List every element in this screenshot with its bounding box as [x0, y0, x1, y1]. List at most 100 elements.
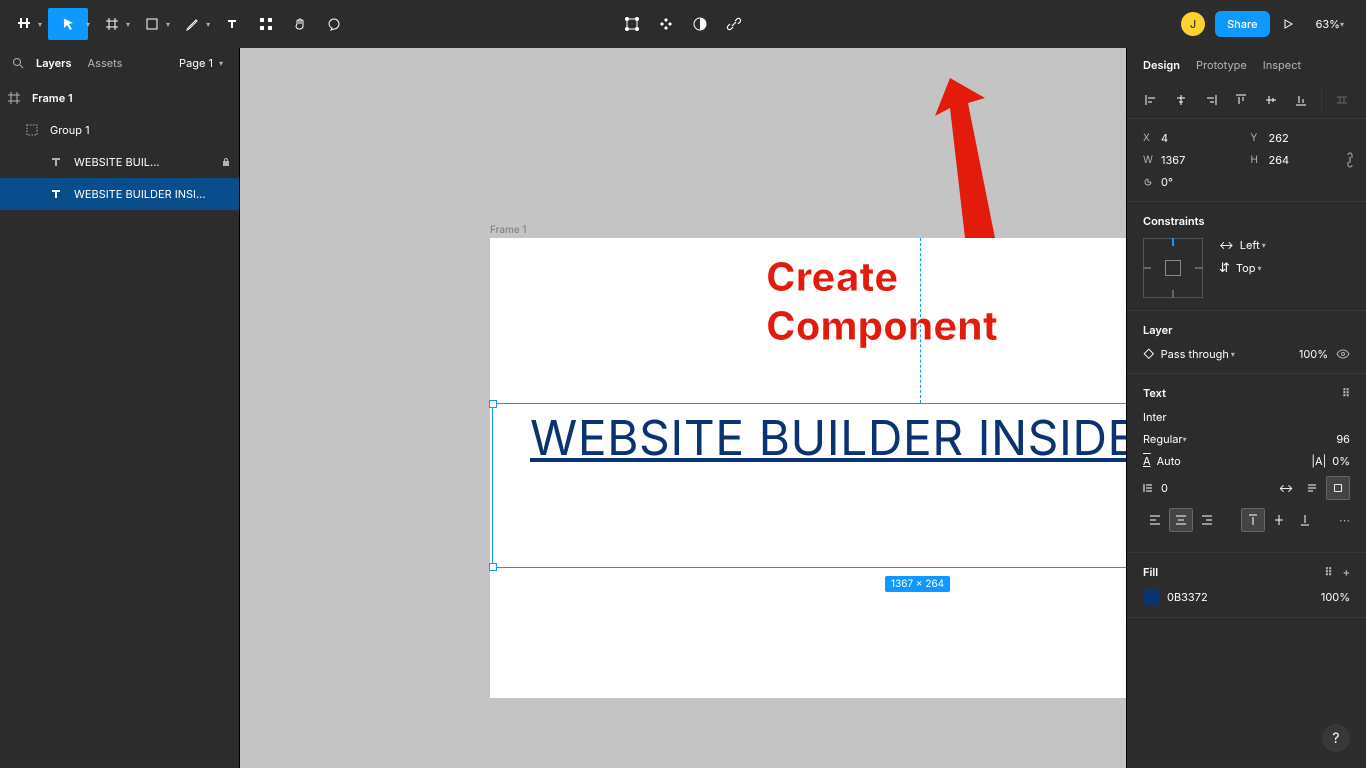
align-top-button[interactable]	[1229, 88, 1253, 112]
line-height-icon: A	[1143, 454, 1151, 468]
align-bottom-button[interactable]	[1289, 88, 1313, 112]
horizontal-icon: ↔	[1219, 238, 1234, 252]
text-align-middle-button[interactable]	[1267, 508, 1291, 532]
chevron-down-icon[interactable]: ▾	[86, 19, 90, 29]
page-dropdown[interactable]: Page 1▾	[179, 56, 227, 70]
text-section: Text ⠿ Inter Regular▾ A Auto	[1127, 374, 1366, 553]
chevron-down-icon[interactable]: ▾	[126, 19, 130, 29]
lock-icon[interactable]	[221, 157, 231, 167]
text-align-bottom-button[interactable]	[1293, 508, 1317, 532]
user-avatar[interactable]: J	[1181, 12, 1205, 36]
line-height-field[interactable]: A Auto	[1143, 454, 1181, 468]
text-more-button[interactable]: ⋯	[1339, 513, 1350, 527]
search-icon[interactable]	[12, 57, 24, 69]
font-size-field[interactable]	[1320, 432, 1350, 446]
align-hcenter-button[interactable]	[1169, 88, 1193, 112]
layer-tree: Frame 1 Group 1 WEBSITE BUIL... WEBSITE …	[0, 78, 239, 768]
blend-icon: ◇	[1143, 347, 1155, 361]
x-field[interactable]: X	[1143, 131, 1243, 145]
text-icon	[50, 188, 66, 200]
chevron-down-icon[interactable]: ▾	[38, 19, 42, 29]
text-tool[interactable]	[216, 8, 248, 40]
layer-row-text-locked[interactable]: WEBSITE BUIL...	[0, 146, 239, 178]
text-align-right-button[interactable]	[1195, 508, 1219, 532]
hand-tool[interactable]	[284, 8, 316, 40]
align-vcenter-button[interactable]	[1259, 88, 1283, 112]
layer-row-frame[interactable]: Frame 1	[0, 82, 239, 114]
y-field[interactable]: Y	[1251, 131, 1351, 145]
layer-section: Layer ◇ Pass through ▾	[1127, 311, 1366, 374]
distribute-button[interactable]	[1330, 88, 1354, 112]
assets-tab[interactable]: Assets	[88, 56, 123, 70]
fixed-size-button[interactable]: ▢	[1326, 476, 1350, 500]
inspect-tab[interactable]: Inspect	[1263, 58, 1301, 72]
align-left-button[interactable]	[1139, 88, 1163, 112]
fill-color-swatch[interactable]	[1143, 589, 1159, 605]
visibility-icon[interactable]	[1336, 349, 1350, 359]
text-icon	[50, 156, 66, 168]
fill-styles-icon[interactable]: ⠿	[1325, 565, 1333, 579]
mask-tool[interactable]	[684, 8, 716, 40]
vertical-icon: ⇵	[1219, 260, 1230, 276]
help-button[interactable]: ?	[1322, 724, 1350, 752]
layer-row-group[interactable]: Group 1	[0, 114, 239, 146]
right-panel: Design Prototype Inspect X Y W H	[1126, 48, 1366, 768]
create-component-button[interactable]	[650, 8, 682, 40]
fill-opacity-field[interactable]: 100%	[1321, 590, 1350, 604]
shape-tool[interactable]	[136, 8, 168, 40]
present-button[interactable]	[1272, 8, 1304, 40]
position-section: X Y W H	[1127, 119, 1366, 202]
text-styles-icon[interactable]: ⠿	[1342, 386, 1350, 400]
text-align-center-button[interactable]	[1169, 508, 1193, 532]
frame-tool[interactable]	[96, 8, 128, 40]
rotation-field[interactable]	[1143, 175, 1243, 189]
layers-tab[interactable]: Layers	[36, 56, 72, 70]
pen-tool[interactable]	[176, 8, 208, 40]
font-weight-dropdown[interactable]: Regular▾	[1143, 432, 1191, 446]
align-right-button[interactable]	[1199, 88, 1223, 112]
auto-width-button[interactable]: ↔	[1274, 476, 1298, 500]
prototype-tab[interactable]: Prototype	[1196, 58, 1247, 72]
auto-height-button[interactable]	[1300, 476, 1324, 500]
selection-box	[492, 403, 1126, 568]
text-align-left-button[interactable]	[1143, 508, 1167, 532]
paragraph-icon	[1143, 482, 1155, 494]
frame-label[interactable]: Frame 1	[490, 224, 526, 236]
font-family-dropdown[interactable]: Inter	[1143, 410, 1167, 424]
blend-mode-dropdown[interactable]: ◇ Pass through ▾	[1143, 347, 1239, 361]
constraint-v-dropdown[interactable]: ⇵ Top ▾	[1219, 260, 1270, 276]
chevron-down-icon[interactable]: ▾	[206, 19, 210, 29]
add-fill-button[interactable]: +	[1343, 565, 1350, 579]
zoom-dropdown[interactable]: 63%▾	[1306, 11, 1358, 37]
frame-icon	[8, 92, 24, 104]
letter-spacing-field[interactable]: |A| 0%	[1311, 454, 1350, 468]
opacity-field[interactable]	[1288, 347, 1328, 361]
letter-spacing-icon: |A|	[1311, 454, 1326, 468]
main-menu-button[interactable]	[8, 8, 40, 40]
left-panel: Layers Assets Page 1▾ Frame 1 Group 1	[0, 48, 240, 768]
constraint-picker[interactable]	[1143, 238, 1203, 298]
design-tab[interactable]: Design	[1143, 58, 1180, 72]
selection-dimensions: 1367 × 264	[885, 576, 950, 592]
link-tool[interactable]	[718, 8, 750, 40]
text-align-top-button[interactable]	[1241, 508, 1265, 532]
move-tool[interactable]	[48, 8, 88, 40]
h-field[interactable]: H	[1251, 153, 1351, 167]
canvas[interactable]: Frame 1 WEBSITE BUILDER INSIDER 1367 × 2…	[240, 48, 1126, 768]
chevron-down-icon[interactable]: ▾	[166, 19, 170, 29]
fill-hex-field[interactable]: 0B3372	[1167, 590, 1208, 604]
edit-object-tool[interactable]	[616, 8, 648, 40]
annotation-label: Create Component	[766, 252, 1126, 350]
top-toolbar: ▾ ▾ ▾ ▾ ▾	[0, 0, 1366, 48]
share-button[interactable]: Share	[1215, 11, 1269, 37]
link-wh-icon[interactable]	[1344, 152, 1356, 168]
constraint-h-dropdown[interactable]: ↔ Left ▾	[1219, 238, 1270, 252]
group-icon	[26, 124, 42, 136]
layer-row-text-selected[interactable]: WEBSITE BUILDER INSI...	[0, 178, 239, 210]
resources-tool[interactable]	[250, 8, 282, 40]
w-field[interactable]: W	[1143, 153, 1243, 167]
alignment-controls	[1127, 82, 1366, 119]
comment-tool[interactable]	[318, 8, 350, 40]
annotation-arrow	[935, 78, 1005, 248]
paragraph-spacing-field[interactable]: 0	[1143, 481, 1168, 495]
